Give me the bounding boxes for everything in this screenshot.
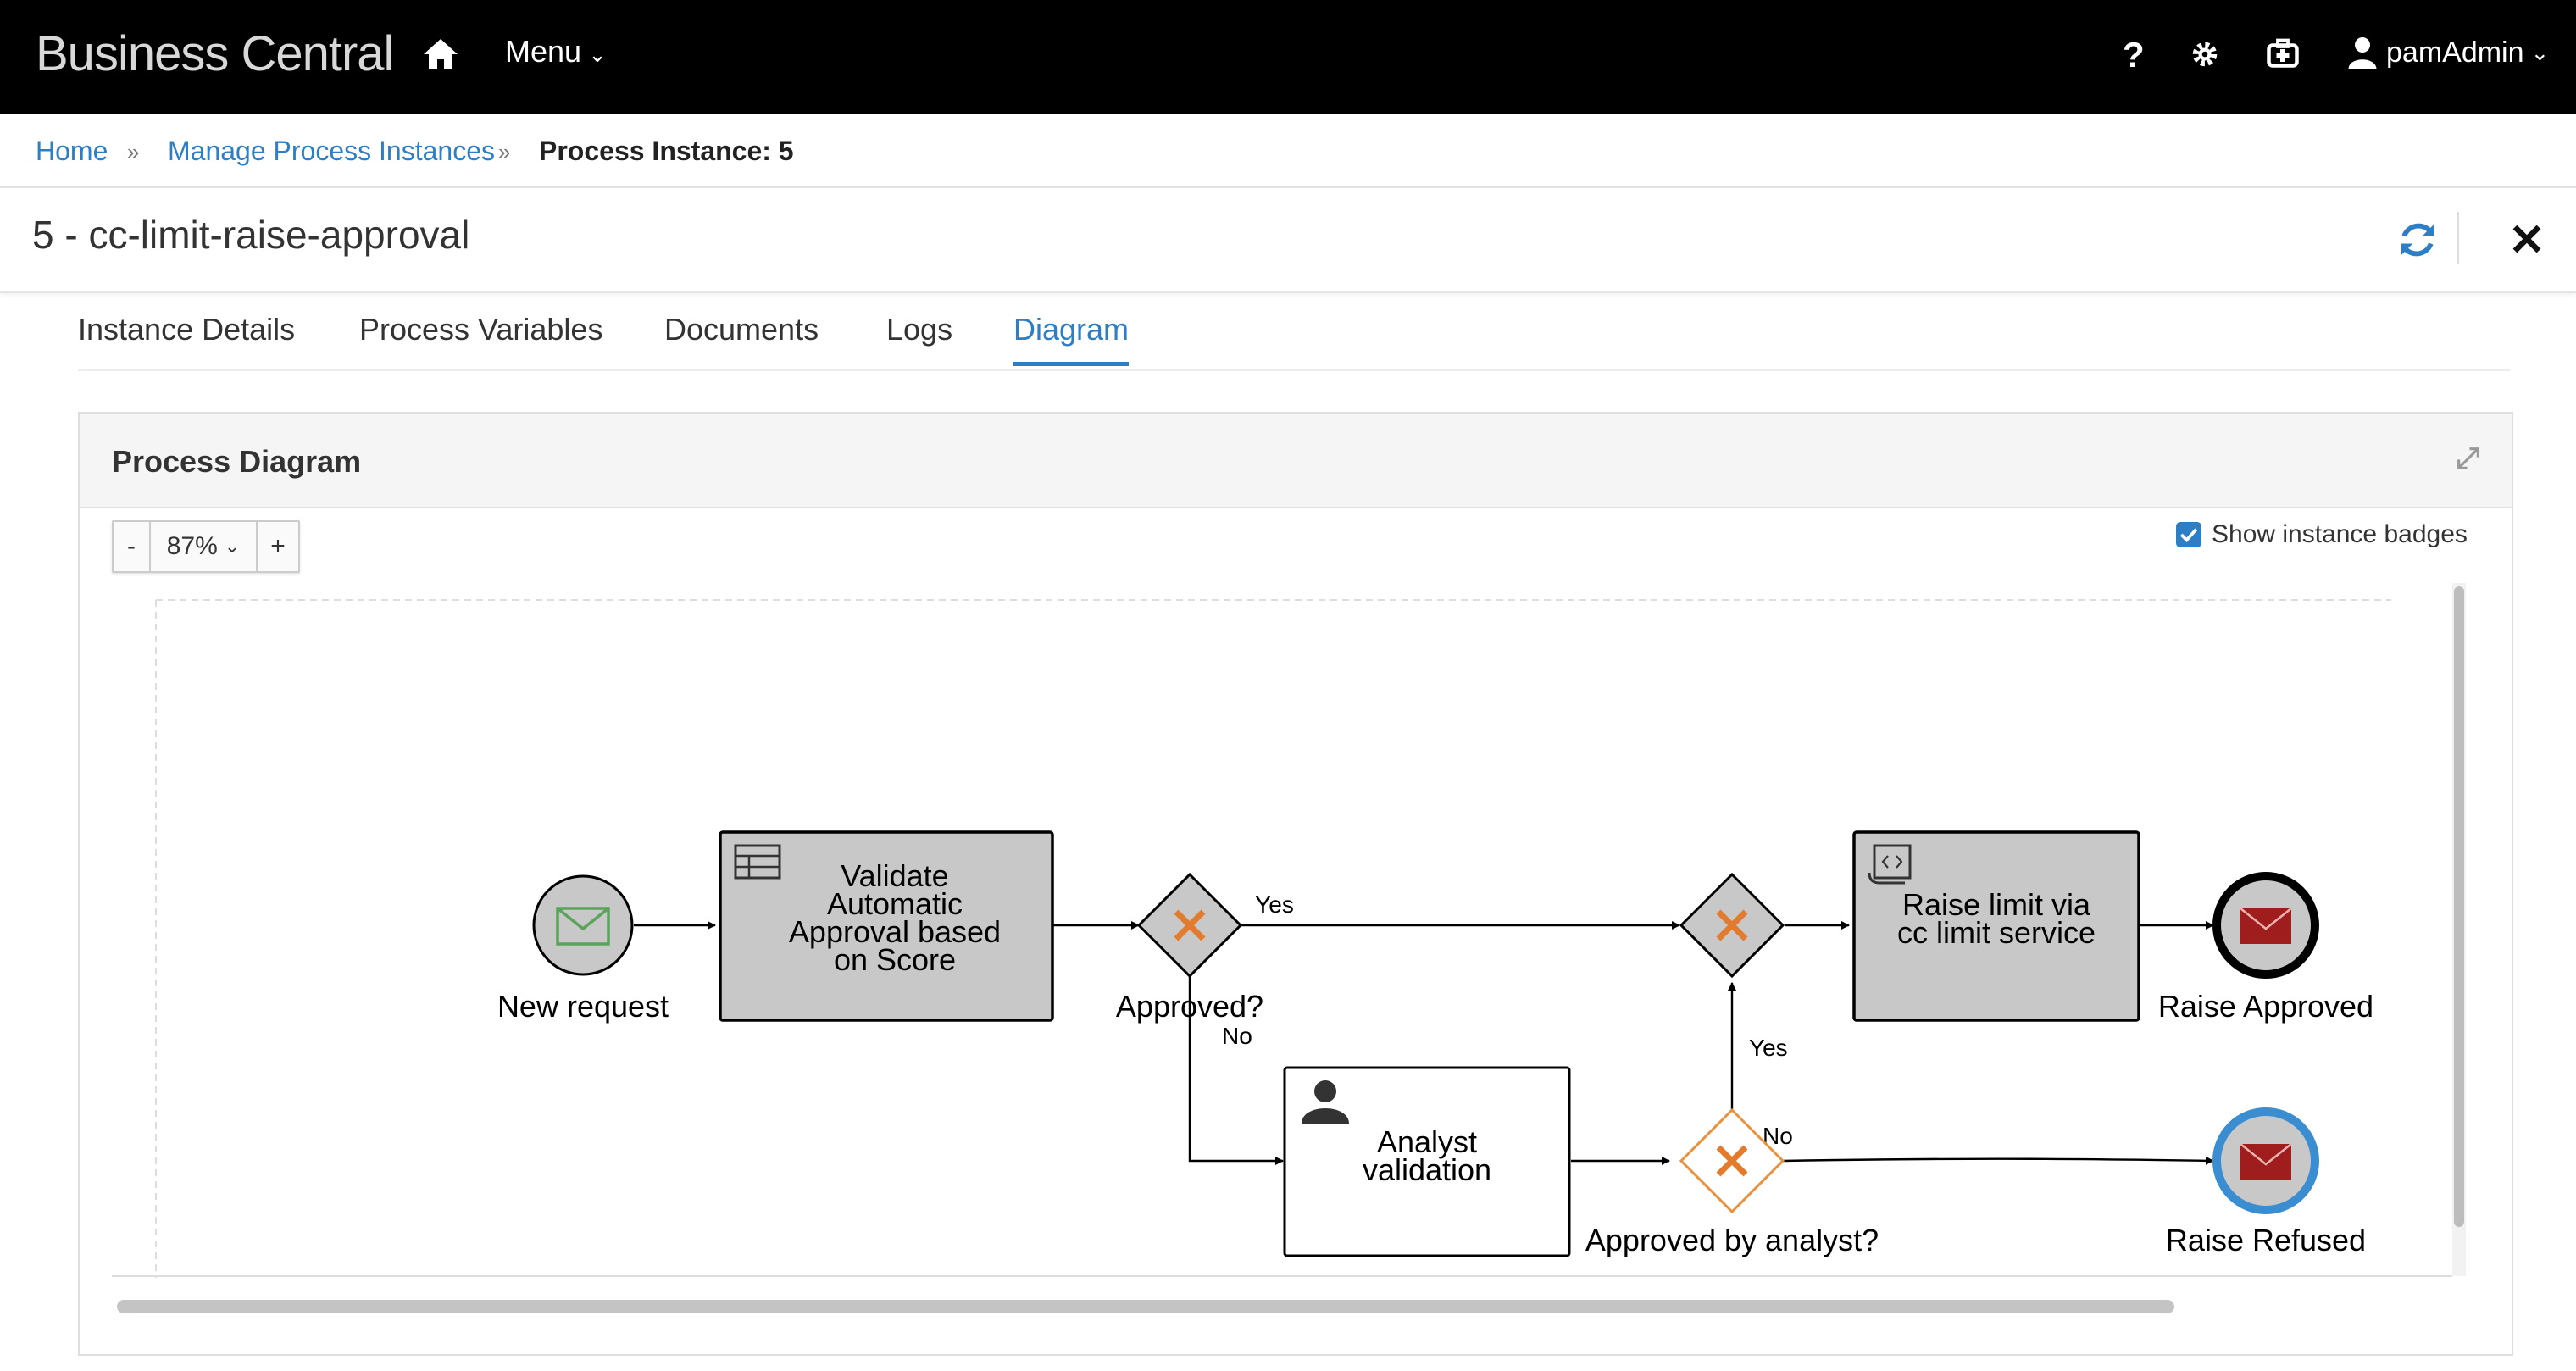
edge-label-yes: Yes — [1749, 1035, 1788, 1061]
node-label-raise-refused: Raise Refused — [2166, 1223, 2366, 1257]
vertical-scrollbar-thumb[interactable] — [2454, 586, 2464, 1227]
top-navbar: Business Central Menu ⌄ ? pamAdmin ⌄ — [0, 0, 2576, 114]
breadcrumb-separator: » — [498, 139, 511, 164]
brand-logo[interactable]: Business Central — [36, 25, 394, 82]
end-event-raise-refused[interactable] — [2212, 1107, 2319, 1214]
badges-checkbox[interactable] — [2176, 522, 2201, 547]
badges-label: Show instance badges — [2212, 520, 2468, 548]
breadcrumb-separator: » — [127, 139, 140, 164]
svg-text:?: ? — [2123, 35, 2145, 75]
node-label-approved-by-analyst: Approved by analyst? — [1585, 1223, 1879, 1257]
process-diagram-panel: Process Diagram - 87% ⌄ + Show instance b… — [78, 412, 2513, 1356]
tab-bar: Instance Details Process Variables Docum… — [78, 293, 2510, 371]
zoom-control: - 87% ⌄ + — [112, 520, 300, 573]
edge-label-no: No — [1222, 1023, 1252, 1049]
close-icon[interactable] — [2507, 219, 2547, 259]
zoom-level-value: 87% — [166, 532, 218, 560]
tab-process-variables[interactable]: Process Variables — [359, 312, 602, 347]
panel-title: Process Diagram — [112, 444, 362, 479]
breadcrumb-home[interactable]: Home — [36, 136, 108, 167]
menu-label: Menu — [505, 34, 582, 69]
instance-header: 5 - cc-limit-raise-approval — [0, 188, 2576, 293]
chevron-down-icon: ⌄ — [588, 42, 607, 67]
zoom-level-select[interactable]: 87% ⌄ — [151, 522, 258, 571]
chevron-down-icon: ⌄ — [2530, 39, 2550, 65]
zoom-in-button[interactable]: + — [258, 522, 298, 571]
refresh-icon[interactable] — [2395, 217, 2440, 263]
breadcrumb-manage-instances[interactable]: Manage Process Instances — [168, 136, 495, 167]
node-label-raise-approved: Raise Approved — [2158, 989, 2373, 1024]
page-title: 5 - cc-limit-raise-approval — [32, 213, 470, 257]
tab-documents[interactable]: Documents — [664, 312, 819, 347]
task-label-line: on Score — [834, 942, 956, 977]
question-icon[interactable]: ? — [2120, 34, 2146, 82]
end-event-raise-approved[interactable] — [2212, 872, 2319, 979]
start-event-new-request[interactable] — [532, 874, 634, 976]
task-label-line: validation — [1363, 1152, 1491, 1187]
gateway-merge[interactable] — [1679, 872, 1785, 979]
divider — [2457, 212, 2459, 264]
tab-logs[interactable]: Logs — [886, 312, 952, 347]
horizontal-scrollbar-thumb[interactable] — [117, 1300, 2174, 1313]
breadcrumb: Home » Manage Process Instances » Proces… — [0, 114, 2576, 188]
gear-icon[interactable] — [2190, 34, 2220, 82]
node-label-approved: Approved? — [1116, 989, 1263, 1024]
task-label-line: cc limit service — [1897, 915, 2096, 950]
tab-instance-details[interactable]: Instance Details — [78, 312, 295, 347]
expand-icon[interactable] — [2454, 444, 2483, 473]
zoom-out-button[interactable]: - — [114, 522, 151, 571]
user-name: pamAdmin — [2386, 36, 2524, 69]
home-icon[interactable] — [420, 34, 461, 75]
show-instance-badges[interactable]: Show instance badges — [2176, 520, 2468, 549]
diagram-canvas[interactable]: Yes No Yes No New request Validate Autom… — [112, 580, 2452, 1283]
edge-label-yes: Yes — [1255, 891, 1294, 918]
tab-diagram[interactable]: Diagram — [1013, 312, 1130, 366]
breadcrumb-current: Process Instance: 5 — [539, 136, 794, 166]
user-menu[interactable]: pamAdmin ⌄ — [2347, 34, 2549, 71]
panel-header: Process Diagram — [80, 414, 2512, 508]
chevron-down-icon: ⌄ — [224, 536, 241, 557]
gateway-approved[interactable] — [1136, 872, 1243, 979]
menu-dropdown[interactable]: Menu ⌄ — [505, 34, 607, 69]
script-icon — [1868, 844, 1912, 885]
node-label-new-request: New request — [497, 989, 669, 1024]
user-icon — [2348, 37, 2377, 69]
briefcase-icon[interactable] — [2266, 34, 2300, 82]
